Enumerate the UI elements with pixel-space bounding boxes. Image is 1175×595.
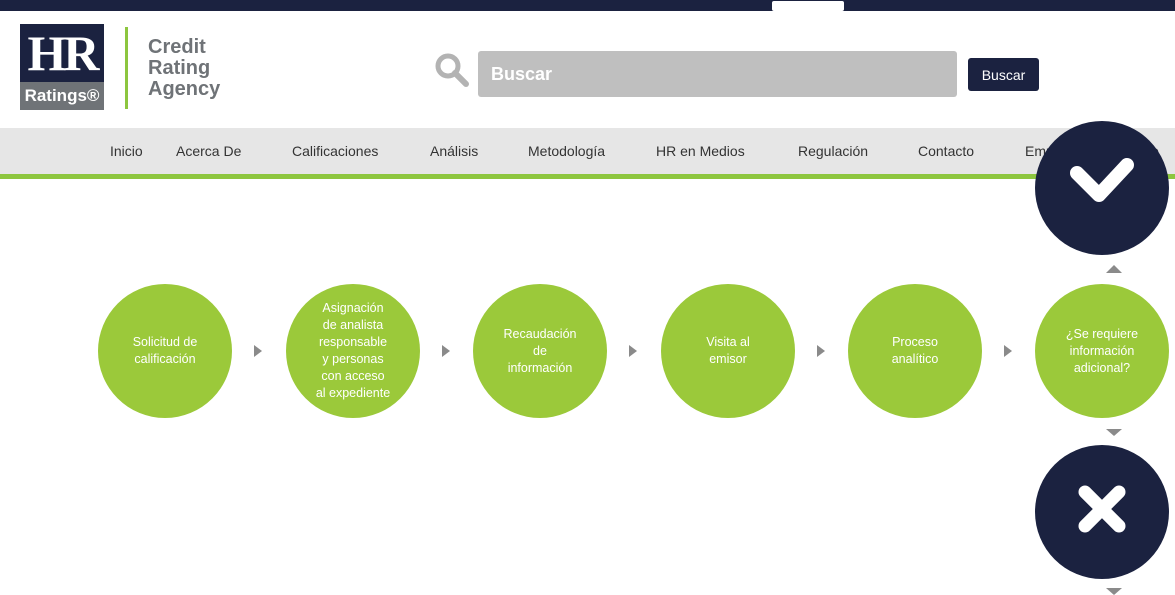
nav-item-inicio[interactable]: Inicio: [110, 128, 143, 174]
arrow-right-icon: [817, 345, 825, 357]
arrow-up-icon: [1106, 265, 1122, 273]
step-text-line: ¿Se requiere: [1065, 326, 1139, 341]
search-input[interactable]: [478, 51, 957, 97]
nav-item-regulacion[interactable]: Regulación: [798, 128, 868, 174]
process-step-visita: Visita al emisor: [661, 284, 795, 418]
top-bar-button[interactable]: [772, 1, 844, 11]
agency-name: Credit Rating Agency: [148, 37, 220, 100]
top-bar: [0, 0, 1175, 11]
nav-accent-line: [0, 174, 1175, 179]
logo-hr-text: HR: [20, 24, 104, 82]
step-text-line: Solicitud de: [132, 335, 198, 349]
arrow-right-icon: [442, 345, 450, 357]
no-option[interactable]: [1035, 445, 1169, 579]
nav-item-analisis[interactable]: Análisis: [430, 128, 478, 174]
search-icon[interactable]: [434, 52, 470, 88]
step-text-line: con acceso: [321, 369, 385, 383]
close-icon: [1078, 485, 1126, 533]
step-text-line: de: [533, 343, 547, 358]
step-text-line: de analista: [322, 318, 384, 332]
agency-line: Rating: [148, 57, 211, 79]
nav-item-acerca-de[interactable]: Acerca De: [176, 128, 241, 174]
arrow-right-icon: [1004, 345, 1012, 357]
logo-ratings-text: Ratings®: [20, 82, 104, 110]
process-step-informacion-adicional: ¿Se requiere información adicional?: [1035, 284, 1169, 418]
yes-option[interactable]: [1035, 121, 1169, 255]
nav-item-calificaciones[interactable]: Calificaciones: [292, 128, 378, 174]
step-text-line: emisor: [709, 352, 747, 366]
step-text-line: responsable: [318, 335, 388, 349]
process-step-solicitud: Solicitud de calificación: [98, 284, 232, 418]
process-step-asignacion: Asignación de analista responsable y per…: [286, 284, 420, 418]
arrow-right-icon: [254, 345, 262, 357]
step-text-line: analítico: [891, 352, 939, 366]
process-step-proceso: Proceso analítico: [848, 284, 982, 418]
agency-line: Credit: [148, 36, 206, 58]
step-text-line: Recaudación: [503, 326, 577, 341]
process-step-recaudacion: Recaudación de información: [473, 284, 607, 418]
step-text-line: Visita al: [706, 335, 750, 349]
arrow-right-icon: [629, 345, 637, 357]
step-text-line: y personas: [322, 352, 384, 366]
step-text-line: al expediente: [315, 386, 391, 400]
step-text-line: información: [507, 360, 573, 375]
search-button[interactable]: Buscar: [968, 58, 1039, 91]
step-text-line: calificación: [134, 352, 196, 366]
step-text-line: adicional?: [1073, 360, 1131, 375]
agency-line: Agency: [148, 78, 221, 100]
main-nav: Inicio Acerca De Calificaciones Análisis…: [0, 128, 1175, 174]
step-text-line: información: [1069, 343, 1135, 358]
nav-item-contacto[interactable]: Contacto: [918, 128, 974, 174]
hr-ratings-logo[interactable]: HR Ratings®: [20, 24, 104, 110]
check-icon: [1070, 158, 1134, 202]
nav-item-metodologia[interactable]: Metodología: [528, 128, 605, 174]
step-text-line: Proceso: [892, 335, 938, 349]
logo-divider: [125, 27, 128, 109]
nav-item-hr-en-medios[interactable]: HR en Medios: [656, 128, 745, 174]
step-text-line: Asignación: [322, 301, 384, 315]
arrow-down-icon: [1106, 429, 1122, 436]
